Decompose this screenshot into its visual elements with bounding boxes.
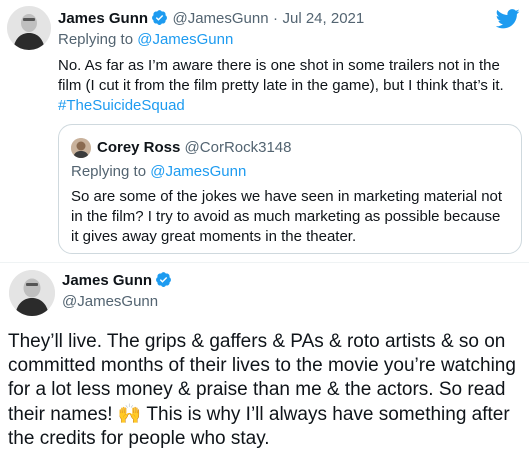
reply-author-handle[interactable]: @JamesGunn <box>62 293 158 310</box>
replying-prefix: Replying to <box>58 31 134 48</box>
tweet-parent: James Gunn @JamesGunn · Jul 24, 2021 Rep… <box>0 0 529 262</box>
reply-header: James Gunn <box>62 271 172 293</box>
quoted-replying-handle-link[interactable]: @JamesGunn <box>150 163 246 180</box>
author-name[interactable]: James Gunn <box>58 10 148 27</box>
reply-author-name[interactable]: James Gunn <box>62 272 152 289</box>
tweet-text: No. As far as I’m aware there is one sho… <box>58 56 520 116</box>
quoted-replying-prefix: Replying to <box>71 163 147 180</box>
author-handle[interactable]: @JamesGunn <box>172 10 268 27</box>
twitter-bird-icon[interactable] <box>495 9 520 34</box>
avatar[interactable] <box>7 6 51 50</box>
quoted-author-handle[interactable]: @CorRock3148 <box>185 139 292 156</box>
replying-handle-link[interactable]: @JamesGunn <box>137 31 233 48</box>
quoted-author-name[interactable]: Corey Ross <box>97 139 180 156</box>
verified-badge-icon <box>155 271 172 293</box>
tweet-header: James Gunn @JamesGunn · Jul 24, 2021 <box>58 9 364 31</box>
quoted-replying-to: Replying to @JamesGunn <box>71 163 246 180</box>
quoted-tweet[interactable]: Corey Ross @CorRock3148 Replying to @Jam… <box>58 124 522 254</box>
hashtag-link[interactable]: #TheSuicideSquad <box>58 97 185 114</box>
reply-text: They’ll live. The grips & gaffers & PAs … <box>8 330 526 451</box>
tweet-date[interactable]: Jul 24, 2021 <box>283 10 365 27</box>
avatar[interactable] <box>71 138 91 158</box>
quoted-header: Corey Ross @CorRock3148 <box>97 139 292 156</box>
replying-to: Replying to @JamesGunn <box>58 31 233 48</box>
verified-badge-icon <box>151 9 168 31</box>
divider <box>0 262 529 263</box>
quoted-text: So are some of the jokes we have seen in… <box>71 188 503 245</box>
separator-dot: · <box>273 10 279 27</box>
raising-hands-emoji: 🙌 <box>117 403 142 425</box>
tweet-text-main: No. As far as I’m aware there is one sho… <box>58 57 504 94</box>
avatar[interactable] <box>9 270 55 316</box>
